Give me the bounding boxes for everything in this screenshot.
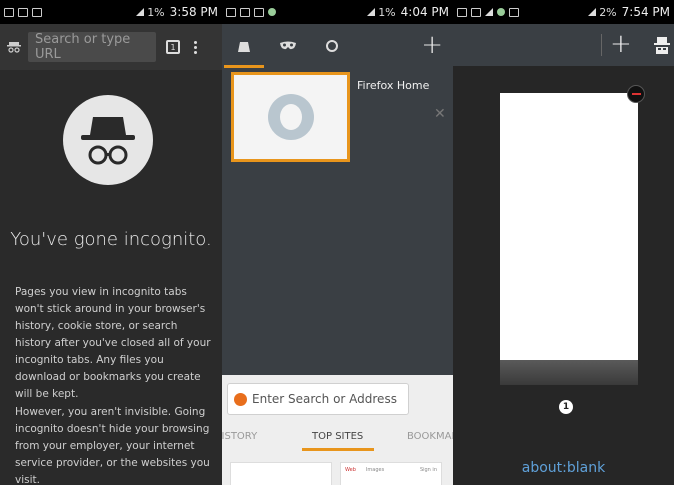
wifi-icon [268, 8, 276, 16]
battery-level: 1% [147, 5, 165, 19]
tab-top-sites[interactable]: TOP SITES [312, 431, 363, 442]
signal-icon [588, 8, 597, 16]
close-tab-icon[interactable] [627, 85, 645, 103]
battery-level: 1% [378, 5, 396, 19]
usb-icon [18, 7, 28, 17]
tab-tray-header [222, 24, 453, 68]
incognito-title: You've gone incognito. [10, 229, 212, 250]
warning-icon [485, 8, 493, 16]
tab-count-badge: 1 [559, 400, 573, 414]
incognito-description: Pages you view in incognito tabs won't s… [15, 286, 211, 400]
tile-text: Web [345, 467, 356, 473]
chrome-incognito-panel: 1% 3:58 PM Search or type URL 1 You've g… [0, 0, 222, 485]
image-icon [32, 7, 42, 17]
active-tab-indicator [302, 448, 374, 451]
close-tab-icon[interactable]: ✕ [434, 106, 446, 122]
sync-icon [326, 40, 338, 52]
tabs-icon [238, 42, 250, 52]
battery-level: 2% [599, 5, 617, 19]
clock: 4:04 PM [400, 5, 449, 19]
firefox-tabs-panel: 1% 4:04 PM + Firefox Home ✕ Enter Search… [222, 0, 453, 485]
usb-icon [471, 7, 481, 17]
incognito-icon[interactable] [652, 35, 672, 55]
incognito-icon [4, 37, 24, 57]
notification-icon [4, 7, 14, 17]
status-bar: 2% 7:54 PM [453, 0, 674, 24]
tile-text: Images [365, 467, 385, 473]
url-bar[interactable]: Enter Search or Address [227, 383, 409, 415]
kebab-dot-icon [194, 45, 197, 49]
status-bar: 1% 4:04 PM [222, 0, 453, 24]
tab-synced-tabs[interactable] [310, 24, 354, 68]
notification-icon [457, 7, 467, 17]
tab-thumbnail[interactable] [231, 72, 350, 162]
tab-title[interactable]: about:blank [453, 460, 674, 476]
tab-preview-card[interactable] [500, 93, 638, 385]
tab-manager-toolbar [453, 24, 674, 66]
tab-normal-tabs[interactable] [222, 24, 266, 68]
omnibox[interactable]: Search or type URL [28, 32, 156, 62]
clock: 7:54 PM [621, 5, 670, 19]
kebab-dot-icon [194, 50, 197, 54]
firefox-home-sheet: Enter Search or Address HISTORY TOP SITE… [222, 375, 453, 485]
tab-title: Firefox Home [357, 79, 430, 92]
incognito-spy-icon [63, 95, 153, 185]
incognito-warning: However, you aren't invisible. Going inc… [15, 406, 210, 485]
toolbar-divider [601, 34, 602, 56]
url-bar-placeholder: Enter Search or Address [252, 392, 397, 406]
tab-preview-footer [500, 360, 638, 385]
top-site-tile[interactable] [230, 462, 332, 485]
tile-text: Sign in [419, 467, 437, 473]
image-icon [509, 7, 519, 17]
mask-icon [280, 41, 296, 50]
tab-count: 1 [170, 42, 176, 52]
top-site-tile[interactable]: Web Images Sign in [340, 462, 442, 485]
notification-icon [226, 7, 236, 17]
usb-icon [240, 7, 250, 17]
tab-bookmarks[interactable]: BOOKMARKS [407, 431, 453, 442]
menu-button[interactable] [194, 40, 198, 54]
status-bar: 1% 3:58 PM [0, 0, 222, 24]
tab-private-tabs[interactable] [266, 24, 310, 68]
firefox-logo-icon [267, 94, 314, 140]
wifi-icon [497, 8, 505, 16]
kebab-dot-icon [194, 40, 197, 44]
new-tab-button[interactable]: + [610, 29, 632, 59]
stock-browser-panel: 2% 7:54 PM + 1 about:blank [453, 0, 674, 485]
new-tab-button[interactable]: + [421, 30, 443, 60]
tab-switcher-button[interactable]: 1 [166, 40, 180, 54]
signal-icon [136, 8, 145, 16]
signal-icon [367, 8, 376, 16]
firefox-icon [234, 392, 247, 406]
image-icon [254, 7, 264, 17]
chrome-toolbar: Search or type URL 1 [0, 24, 222, 70]
clock: 3:58 PM [169, 5, 218, 19]
omnibox-placeholder: Search or type URL [35, 32, 131, 62]
tab-history[interactable]: HISTORY [222, 431, 257, 442]
